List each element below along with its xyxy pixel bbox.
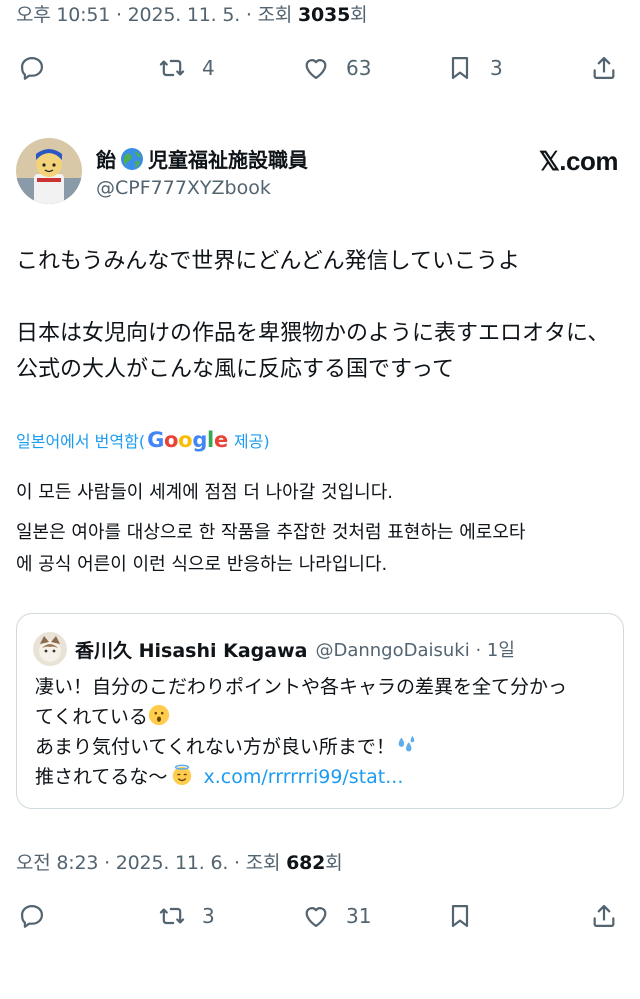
like-button[interactable]: 31 (302, 896, 371, 936)
share-button[interactable] (590, 48, 618, 88)
retweet-button[interactable]: 3 (158, 896, 215, 936)
share-icon (593, 56, 615, 80)
translated-line-2: 일본은 여아를 대상으로 한 작품을 추잡한 것처럼 표현하는 에로오타 (16, 522, 526, 543)
quoted-line-4-wrap: 推されてるな～ x.com/rrrrrri99/stat... (35, 762, 615, 792)
retweet-count: 3 (202, 904, 215, 928)
x-logo: 𝕏.com (538, 146, 619, 176)
reply-icon (20, 904, 44, 928)
retweet-icon (159, 59, 185, 77)
quoted-line-2: てくれている (35, 706, 148, 728)
like-count: 63 (346, 56, 372, 80)
quoted-handle: @DanngoDaisuki · 1일 (315, 640, 515, 661)
quoted-line-2-wrap: てくれている (35, 702, 615, 732)
quoted-line-4: 推されてるな～ (35, 766, 168, 788)
like-button[interactable]: 63 (302, 48, 371, 88)
view-suffix-2: 회 (325, 852, 343, 874)
post-meta-top: 오후 10:51 · 2025. 11. 5. · 조회 3035회 (16, 0, 368, 27)
view-count-2: 682 (286, 852, 326, 874)
bookmark-icon (451, 56, 469, 80)
reply-icon (20, 56, 44, 80)
post-meta-bottom: 오전 8:23 · 2025. 11. 6. · 조회 682회 (16, 848, 343, 875)
retweet-count: 4 (202, 56, 215, 80)
quoted-link[interactable]: x.com/rrrrrri99/stat... (203, 766, 403, 788)
quoted-tweet[interactable]: 香川久 Hisashi Kagawa @DanngoDaisuki · 1일 凄… (16, 613, 624, 809)
quoted-line-1: 凄い！自分のこだわりポイントや各キャラの差異を全て分かっ (35, 676, 568, 698)
quoted-display-name[interactable]: 香川久 Hisashi Kagawa (75, 636, 307, 663)
bookmark-count: 3 (490, 56, 503, 80)
halo-face-icon (173, 764, 192, 786)
quoted-line-3: あまり気付いてくれない方が良い所まで！ (35, 736, 395, 758)
post-timestamp: 오후 10:51 · 2025. 11. 5. · 조회 (16, 4, 299, 26)
translation-label: 일본어에서 번역함( (16, 432, 146, 451)
bookmark-button[interactable] (446, 896, 474, 936)
avatar[interactable] (16, 138, 82, 204)
post-text-line-1: これもうみんなで世界にどんどん発信していこうよ (16, 249, 521, 274)
display-name-part2: 児童福祉施設職員 (148, 148, 308, 172)
translated-line-1: 이 모든 사람들이 세계에 점점 더 나아갈 것입니다. (16, 482, 393, 503)
author-handle[interactable]: @CPF777XYZbook (96, 177, 308, 199)
share-button[interactable] (590, 896, 618, 936)
heart-icon (305, 907, 327, 928)
surprised-face-icon (148, 704, 169, 726)
retweet-icon (159, 907, 185, 925)
quoted-tweet-header: 香川久 Hisashi Kagawa @DanngoDaisuki · 1일 (33, 632, 515, 666)
retweet-button[interactable]: 4 (158, 48, 215, 88)
translation-notice[interactable]: 일본어에서 번역함( Google 제공) (16, 428, 270, 452)
translated-line-3: 에 공식 어른이 이런 식으로 반응하는 나라입니다. (16, 554, 388, 575)
google-logo: Google (147, 428, 228, 452)
quoted-avatar[interactable] (33, 632, 67, 666)
bookmark-button[interactable]: 3 (446, 48, 503, 88)
action-bar-top: 4 63 3 (0, 48, 640, 88)
display-name[interactable]: 飴 児童福祉施設職員 (96, 144, 308, 173)
reply-button[interactable] (18, 48, 46, 88)
quoted-body: 凄い！自分のこだわりポイントや各キャラの差異を全て分かっ てくれている あまり気… (35, 672, 615, 792)
action-bar-bottom: 3 31 (0, 896, 640, 936)
tweet-author: 飴 児童福祉施設職員 @CPF777XYZbook 𝕏.com (16, 138, 624, 208)
sweat-droplets-icon (398, 735, 415, 752)
author-names: 飴 児童福祉施設職員 @CPF777XYZbook (96, 144, 308, 199)
view-count: 3035 (298, 4, 351, 26)
translation-provider: 제공) (233, 432, 270, 451)
post-text-line-2: 日本は女児向けの作品を卑猥物かのように表すエロオタに、 (16, 321, 610, 346)
display-name-part1: 飴 (96, 148, 116, 172)
heart-icon (305, 59, 327, 80)
post-timestamp-2: 오전 8:23 · 2025. 11. 6. · 조회 (16, 852, 287, 874)
reply-button[interactable] (18, 896, 46, 936)
post-text-line-3: 公式の大人がこんな風に反応する国ですって (16, 357, 455, 382)
bookmark-icon (451, 904, 469, 928)
globe-icon (121, 147, 143, 170)
like-count: 31 (346, 904, 372, 928)
view-suffix: 회 (350, 4, 368, 26)
share-icon (593, 904, 615, 928)
quoted-line-3-wrap: あまり気付いてくれない方が良い所まで！ (35, 732, 615, 762)
